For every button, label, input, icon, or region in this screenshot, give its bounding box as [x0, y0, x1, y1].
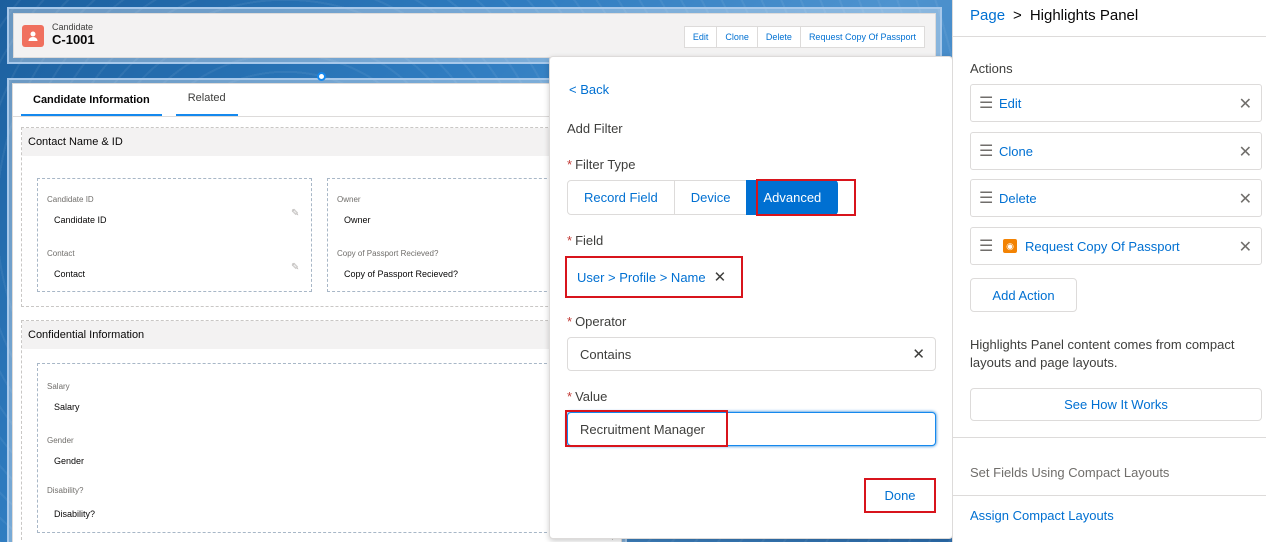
record-action-buttons: Edit Clone Delete Request Copy Of Passpo… — [683, 26, 925, 48]
filter-type-label: * Filter Type — [567, 157, 636, 172]
record-request-passport-button[interactable]: Request Copy Of Passport — [799, 26, 925, 48]
remove-action-icon[interactable]: ✕ — [1239, 189, 1252, 209]
divider — [953, 36, 1266, 37]
field-label-gender: Gender — [47, 436, 74, 445]
remove-action-icon[interactable]: ✕ — [1239, 237, 1252, 257]
field-column-confidential[interactable]: Salary Salary Gender Gender Disability? … — [37, 363, 557, 533]
field-label-disability: Disability? — [47, 486, 84, 495]
record-detail: Candidate Information Related Contact Na… — [12, 83, 622, 542]
value-label-text: Value — [575, 389, 608, 404]
field-label-owner: Owner — [337, 195, 361, 204]
operator-value: Contains — [580, 346, 632, 362]
field-label-passport: Copy of Passport Recieved? — [337, 249, 439, 258]
drag-handle-icon[interactable]: ☰ — [979, 236, 999, 256]
record-tabs: Candidate Information Related — [13, 84, 621, 117]
field-label-text: Field — [575, 233, 604, 248]
section-confidential[interactable]: Confidential Information Salary Salary G… — [21, 320, 613, 542]
field-label-contact: Contact — [47, 249, 75, 258]
remove-action-icon[interactable]: ✕ — [1239, 142, 1252, 162]
properties-panel: Page > Highlights Panel Actions ☰ Edit ✕ ☰… — [952, 0, 1266, 542]
pencil-icon: ✎ — [291, 208, 300, 219]
record-name: C-1001 — [52, 32, 95, 48]
action-item-delete[interactable]: ☰ Delete ✕ — [970, 179, 1262, 217]
help-text: Highlights Panel content comes from comp… — [970, 337, 1235, 370]
highlight-box-value — [565, 410, 728, 447]
tab-candidate-information[interactable]: Candidate Information — [21, 84, 162, 116]
highlight-box-field — [565, 256, 743, 298]
popover-title: Add Filter — [567, 121, 623, 136]
required-mark: * — [567, 157, 573, 172]
record-titles: Candidate C-1001 — [52, 23, 95, 48]
resize-handle[interactable] — [317, 72, 326, 81]
highlights-panel[interactable]: Candidate C-1001 Edit Clone Delete Reque… — [13, 13, 936, 58]
add-action-button[interactable]: Add Action — [970, 278, 1077, 312]
action-item-request-passport[interactable]: ☰ ◉ Request Copy Of Passport ✕ — [970, 227, 1262, 265]
drag-handle-icon[interactable]: ☰ — [979, 141, 999, 161]
breadcrumb-current: Highlights Panel — [1029, 7, 1139, 24]
candidate-record-icon — [22, 24, 44, 47]
highlight-box-advanced — [756, 179, 856, 216]
action-label[interactable]: Delete — [999, 191, 1037, 206]
field-value-gender: Gender — [54, 456, 85, 466]
see-how-it-works-button[interactable]: See How It Works — [970, 388, 1262, 421]
set-fields-heading: Set Fields Using Compact Layouts — [970, 465, 1170, 480]
field-value-salary: Salary — [54, 402, 80, 412]
filter-type-label-text: Filter Type — [575, 157, 636, 172]
divider — [953, 495, 1266, 496]
divider — [953, 437, 1266, 438]
field-column-left[interactable]: Candidate ID Candidate ID ✎ Contact Cont… — [37, 178, 312, 292]
field-value-owner: Owner — [344, 215, 371, 225]
value-label: * Value — [567, 389, 607, 404]
section-confidential-title: Confidential Information — [22, 321, 612, 349]
field-label-salary: Salary — [47, 382, 70, 391]
add-filter-popover: < Back Add Filter * Filter Type Record Fi… — [549, 56, 953, 539]
record-edit-button[interactable]: Edit — [683, 26, 718, 48]
section-contact[interactable]: Contact Name & ID Candidate ID Candidate… — [21, 127, 613, 307]
action-label[interactable]: Edit — [999, 96, 1021, 111]
breadcrumb-page-link[interactable]: Page — [970, 7, 1005, 24]
drag-handle-icon[interactable]: ☰ — [979, 188, 999, 208]
action-item-edit[interactable]: ☰ Edit ✕ — [970, 84, 1262, 122]
section-contact-title: Contact Name & ID — [22, 128, 612, 156]
field-value-disability: Disability? — [54, 509, 96, 519]
done-button[interactable]: Done — [864, 478, 936, 513]
breadcrumb: Page > Highlights Panel — [970, 7, 1138, 24]
drag-handle-icon[interactable]: ☰ — [979, 93, 999, 113]
record-detail-region[interactable]: Candidate Information Related Contact Na… — [7, 72, 627, 542]
eye-icon: ◉ — [1003, 239, 1017, 253]
tab-related[interactable]: Related — [175, 84, 238, 116]
assign-compact-layouts-link[interactable]: Assign Compact Layouts — [970, 508, 1114, 523]
field-value-candidate-id: Candidate ID — [54, 215, 107, 225]
filter-type-record-field-button[interactable]: Record Field — [567, 180, 675, 215]
action-label[interactable]: Clone — [999, 144, 1033, 159]
pencil-icon: ✎ — [291, 262, 300, 273]
operator-label: * Operator — [567, 314, 626, 329]
action-item-clone[interactable]: ☰ Clone ✕ — [970, 132, 1262, 170]
record-delete-button[interactable]: Delete — [756, 26, 801, 48]
breadcrumb-separator: > — [1013, 7, 1022, 24]
actions-heading: Actions — [970, 61, 1013, 76]
operator-label-text: Operator — [575, 314, 627, 329]
filter-type-device-button[interactable]: Device — [673, 180, 748, 215]
field-value-passport: Copy of Passport Recieved? — [344, 269, 459, 279]
field-value-contact: Contact — [54, 269, 86, 279]
action-label[interactable]: Request Copy Of Passport — [1025, 239, 1180, 254]
operator-select[interactable]: Contains ✕ — [567, 337, 936, 371]
required-mark: * — [567, 233, 573, 248]
required-mark: * — [567, 314, 573, 329]
remove-action-icon[interactable]: ✕ — [1239, 94, 1252, 114]
required-mark: * — [567, 389, 573, 404]
field-column-right[interactable]: Owner Owner Copy of Passport Recieved? C… — [327, 178, 557, 292]
field-label: * Field — [567, 233, 603, 248]
field-label-candidate-id: Candidate ID — [47, 195, 94, 204]
record-clone-button[interactable]: Clone — [716, 26, 758, 48]
back-link[interactable]: < Back — [569, 82, 609, 97]
clear-operator-icon[interactable]: ✕ — [912, 345, 925, 363]
